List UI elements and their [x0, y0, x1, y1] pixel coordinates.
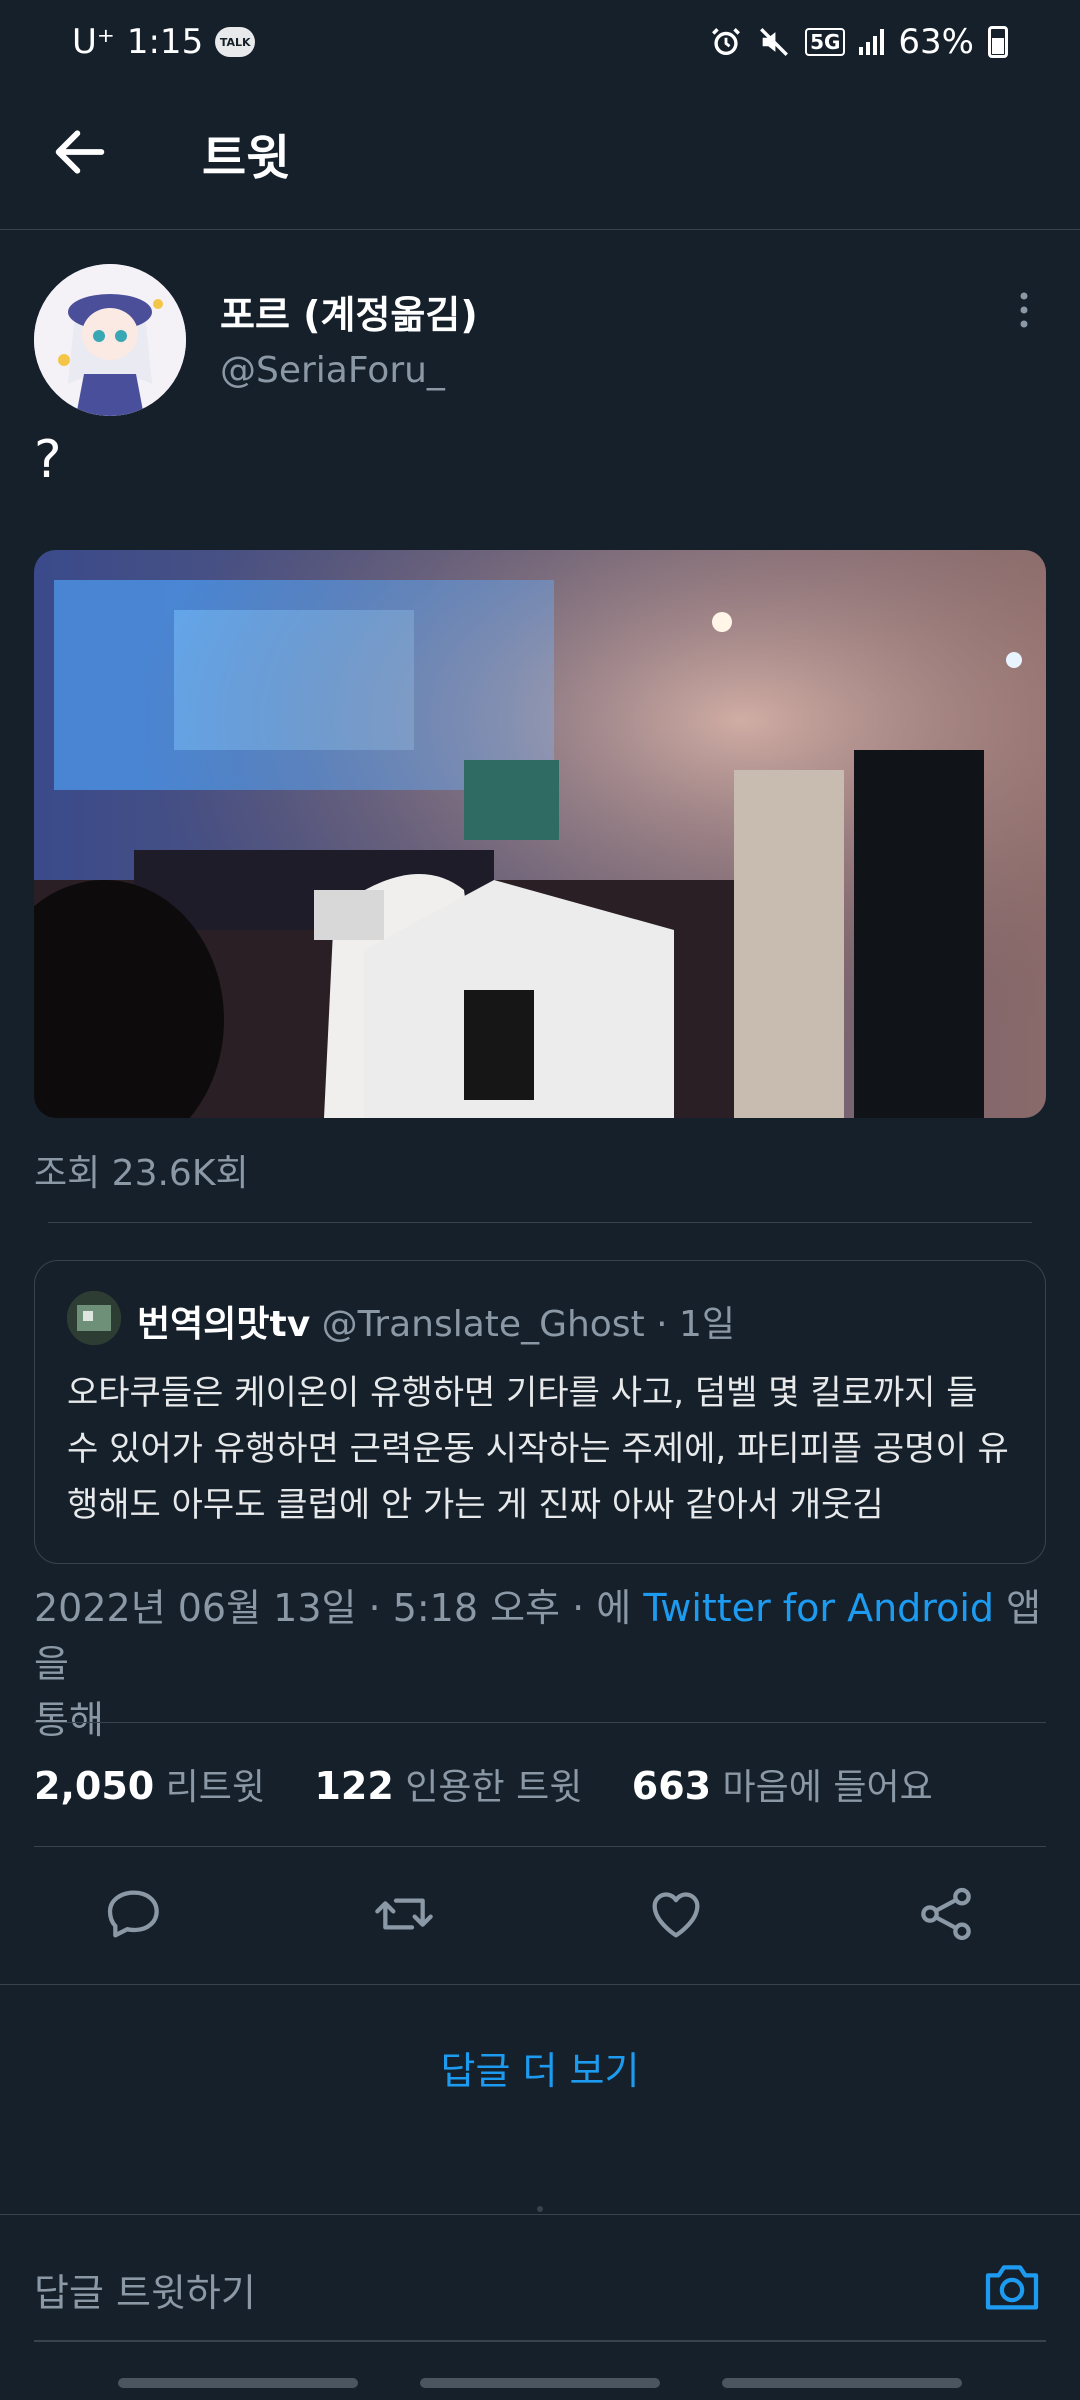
- tweet-text: ?: [34, 430, 62, 490]
- action-bar: [0, 1876, 1080, 1956]
- quote-stat[interactable]: 122 인용한 트윗: [314, 1764, 583, 1808]
- system-nav-bar: [0, 2370, 1080, 2400]
- quoted-author-avatar: [67, 1291, 121, 1345]
- retweet-icon: [375, 1898, 433, 1930]
- camera-icon: [985, 2265, 1039, 2310]
- network-type: 5G: [805, 28, 846, 56]
- top-app-bar: 트윗: [0, 90, 1080, 230]
- retweet-count: 2,050: [34, 1764, 155, 1808]
- heart-icon: [652, 1892, 700, 1938]
- quoted-age: · 1일: [656, 1304, 736, 1345]
- quote-count: 122: [314, 1764, 394, 1808]
- share-icon: [921, 1887, 971, 1941]
- reply-input[interactable]: 답글 트윗하기: [34, 2262, 256, 2317]
- divider: [34, 1846, 1046, 1847]
- mute-icon: [760, 28, 789, 56]
- retweet-stat[interactable]: 2,050 리트윗: [34, 1764, 266, 1808]
- back-button[interactable]: [48, 120, 112, 184]
- more-vertical-icon: [1020, 292, 1028, 328]
- retweet-button[interactable]: [372, 1882, 436, 1946]
- battery-percent: 63%: [898, 22, 974, 62]
- signal-icon: [859, 29, 885, 55]
- divider: [0, 2214, 1080, 2215]
- retweet-label: 리트윗: [165, 1767, 266, 1808]
- talk-badge-text: TALK: [219, 35, 251, 49]
- divider: [48, 1222, 1032, 1223]
- avatar-illustration: [34, 264, 186, 416]
- view-count: 조회 23.6K회: [34, 1153, 249, 1194]
- author-display-name[interactable]: 포르 (계정옮김): [220, 284, 478, 339]
- status-left: U⁺ 1:15 TALK: [72, 22, 256, 62]
- input-underline: [34, 2340, 1046, 2342]
- like-label: 마음에 들어요: [722, 1767, 933, 1808]
- client-link[interactable]: Twitter for Android: [643, 1586, 994, 1630]
- scroll-indicator: [537, 2206, 543, 2212]
- quote-label: 인용한 트윗: [405, 1767, 583, 1808]
- divider: [34, 1722, 1046, 1723]
- engagement-stats: 2,050 리트윗 122 인용한 트윗 663 마음에 들어요: [34, 1758, 933, 1810]
- clock: 1:15: [126, 22, 204, 62]
- quoted-author-handle: @Translate_Ghost: [321, 1304, 645, 1345]
- divider: [0, 1984, 1080, 1985]
- nav-home[interactable]: [420, 2378, 660, 2388]
- like-count: 663: [631, 1764, 712, 1808]
- more-options-button[interactable]: [1010, 290, 1038, 330]
- reply-icon: [107, 1890, 159, 1938]
- quoted-author-name: 번역의맛tv: [137, 1304, 311, 1345]
- carrier-label: U⁺: [72, 22, 115, 62]
- kakaotalk-icon: TALK: [215, 27, 256, 57]
- nav-back[interactable]: [722, 2378, 962, 2388]
- alarm-icon: [712, 28, 741, 56]
- tweet-date: 2022년 06월 13일 · 5:18 오후 · 에: [34, 1586, 632, 1630]
- share-button[interactable]: [914, 1882, 978, 1946]
- quoted-text: 오타쿠들은 케이온이 유행하면 기타를 사고, 덤벨 몇 킬로까지 들 수 있어…: [67, 1373, 1009, 1525]
- client-suffix-2: 통해: [34, 1698, 104, 1742]
- more-replies-button[interactable]: 답글 더 보기: [0, 2040, 1080, 2095]
- battery-icon: [988, 26, 1008, 58]
- video-frame: [34, 550, 1046, 1118]
- quoted-tweet[interactable]: 번역의맛tv @Translate_Ghost · 1일 오타쿠들은 케이온이 …: [34, 1260, 1046, 1564]
- tweet-video[interactable]: [34, 550, 1046, 1118]
- page-title: 트윗: [202, 130, 291, 186]
- author-handle[interactable]: @SeriaForu_: [220, 350, 445, 391]
- nav-recents[interactable]: [118, 2378, 358, 2388]
- quoted-header: 번역의맛tv @Translate_Ghost · 1일: [137, 1295, 735, 1347]
- like-button[interactable]: [644, 1882, 708, 1946]
- like-stat[interactable]: 663 마음에 들어요: [631, 1764, 933, 1808]
- status-right: 5G 63%: [709, 22, 1008, 62]
- camera-button[interactable]: [980, 2254, 1044, 2318]
- reply-button[interactable]: [102, 1882, 166, 1946]
- author-avatar[interactable]: [34, 264, 186, 416]
- arrow-left-icon: [55, 130, 105, 174]
- status-bar: U⁺ 1:15 TALK 5G 63%: [0, 0, 1080, 90]
